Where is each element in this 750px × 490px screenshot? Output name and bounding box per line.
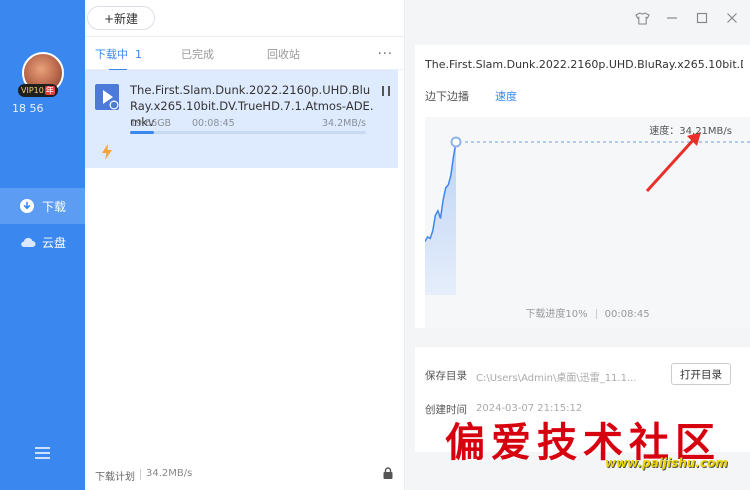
download-icon: [20, 199, 34, 213]
download-plan-link[interactable]: 下载计划: [95, 468, 135, 483]
site-watermark: 偏爱技术社区 www.paijishu.com: [445, 410, 745, 485]
tab-speed[interactable]: 速度: [495, 88, 517, 104]
remaining-time-label: 00:08:45: [604, 309, 650, 320]
sidebar-item-cloud[interactable]: 云盘: [0, 224, 85, 260]
new-task-button[interactable]: +新建: [87, 6, 155, 30]
tab-downloading[interactable]: 下载中 1: [95, 46, 142, 62]
task-time-remaining: 00:08:45: [192, 118, 235, 129]
task-list-panel: +新建 下载中 1 已完成 回收站 ··· The.First.Slam.Dun…: [85, 0, 405, 490]
open-directory-button[interactable]: 打开目录: [671, 363, 731, 385]
task-progress-bar: [130, 131, 366, 134]
save-dir-label: 保存目录: [425, 370, 467, 382]
sidebar-item-label: 云盘: [42, 235, 67, 250]
save-dir-path: C:\Users\Admin\桌面\迅雷_11.1...: [476, 373, 637, 384]
window-controls: [634, 10, 740, 26]
task-speed: 34.2MB/s: [321, 118, 366, 129]
current-speed-point: [450, 136, 462, 148]
sidebar-item-download[interactable]: 下载: [0, 188, 85, 224]
hamburger-menu-icon[interactable]: [35, 447, 50, 459]
footer-total-speed: 34.2MB/s: [146, 468, 193, 479]
task-size: 19.66GB: [130, 118, 172, 129]
sidebar-item-label: 下载: [42, 199, 67, 214]
cloud-icon: [20, 235, 36, 249]
pause-icon[interactable]: [382, 85, 390, 96]
vip-year-tag: 年: [44, 86, 55, 95]
detail-file-title: The.First.Slam.Dunk.2022.2160p.UHD.BluRa…: [425, 58, 743, 71]
tab-play-while-downloading[interactable]: 边下边播: [425, 88, 469, 104]
download-progress-label: 下载进度10%: [525, 309, 588, 320]
chart-footer-divider: [595, 309, 597, 319]
task-list-footer: 下载计划 34.2MB/s: [85, 460, 405, 490]
tab-downloading-count: 1: [135, 48, 142, 61]
annotation-arrow-shaft: [645, 136, 697, 193]
left-sidebar: VIP10 年 18 56 下载 云盘: [0, 0, 85, 490]
detail-card: The.First.Slam.Dunk.2022.2160p.UHD.BluRa…: [415, 45, 750, 328]
vip-badge-text: VIP10: [21, 86, 44, 95]
download-task-item[interactable]: The.First.Slam.Dunk.2022.2160p.UHD.BluRa…: [85, 70, 398, 168]
more-options-icon[interactable]: ···: [378, 47, 393, 62]
footer-divider: [140, 469, 141, 480]
speed-chart: 速度：34.21MB/s 下载进度10% 00:08:45: [424, 117, 750, 328]
tab-completed[interactable]: 已完成: [181, 46, 214, 62]
close-icon[interactable]: [724, 10, 740, 26]
user-id: 18 56: [12, 102, 44, 115]
watermark-url: www.paijishu.com: [605, 456, 728, 470]
video-file-icon: [95, 84, 119, 110]
current-speed-label: 速度：34.21MB/s: [649, 126, 732, 137]
chart-footer: 下载进度10% 00:08:45: [425, 305, 750, 320]
minimize-icon[interactable]: [664, 10, 680, 26]
maximize-icon[interactable]: [694, 10, 710, 26]
lightning-bolt-icon[interactable]: [101, 144, 113, 160]
task-progress-fill: [130, 131, 154, 134]
skin-shirt-icon[interactable]: [634, 10, 650, 26]
speed-chart-svg: [424, 132, 750, 295]
lock-icon[interactable]: [383, 467, 393, 479]
task-tabs: 下载中 1 已完成 回收站 ···: [85, 36, 405, 71]
tab-downloading-label: 下载中: [95, 48, 128, 61]
vip-badge: VIP10 年: [18, 84, 58, 97]
tab-recycle-bin[interactable]: 回收站: [267, 46, 300, 62]
